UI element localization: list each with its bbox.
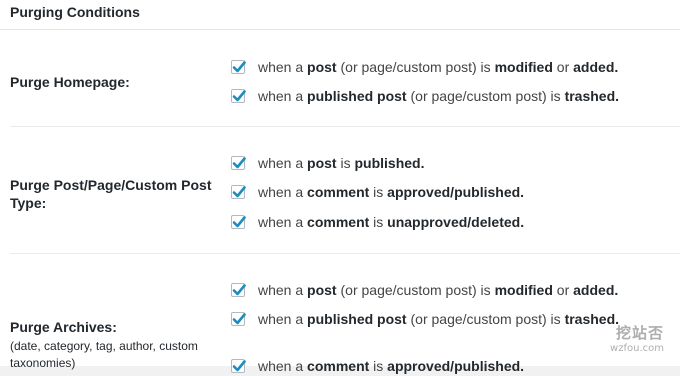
checkbox[interactable] [231, 359, 246, 373]
option-keyword: modified [494, 282, 553, 298]
purge-homepage-label: Purge Homepage: [10, 73, 225, 91]
checkmark-icon [232, 186, 246, 198]
option-keyword: post [307, 282, 337, 298]
option-keyword: post [307, 155, 337, 171]
option-keyword: approved/published. [387, 184, 525, 200]
option-keyword: comment [307, 184, 370, 200]
option-text: when a [258, 184, 308, 200]
row-label-text: Purge Post/Page/Custom Post Type: [10, 177, 212, 211]
checkmark-icon [232, 216, 246, 228]
watermark-en: wzfou.com [610, 343, 664, 354]
option-text: (or page/custom post) is [336, 59, 495, 75]
checkmark-icon [232, 313, 246, 325]
option-row[interactable]: when a comment is unapproved/deleted. [231, 212, 524, 232]
option-row[interactable]: when a comment is approved/published. [231, 182, 524, 202]
option-label: when a comment is approved/published. [258, 358, 524, 374]
option-row[interactable]: when a post is published. [231, 153, 425, 173]
option-keyword: added. [573, 282, 619, 298]
option-keyword: trashed. [564, 88, 620, 104]
checkbox[interactable] [231, 60, 246, 74]
checkmark-icon [232, 284, 246, 296]
option-keyword: modified [494, 59, 553, 75]
option-label: when a post (or page/custom post) is mod… [258, 59, 618, 75]
option-text: is [369, 358, 388, 374]
option-text: when a [258, 311, 308, 327]
settings-panel: Purging Conditions Purge Homepage: when … [0, 0, 680, 374]
option-text: when a [258, 214, 308, 230]
purge-archives-label: Purge Archives: (date, category, tag, au… [10, 318, 210, 372]
option-text: is [336, 155, 355, 171]
section-title: Purging Conditions [0, 0, 680, 30]
option-row[interactable]: when a published post (or page/custom po… [231, 309, 619, 329]
option-text: (or page/custom post) is [406, 88, 565, 104]
option-label: when a post is published. [258, 155, 425, 171]
checkmark-icon [232, 90, 246, 102]
option-keyword: published post [307, 311, 407, 327]
option-keyword: approved/published. [387, 358, 525, 374]
checkbox[interactable] [231, 312, 246, 326]
option-text: when a [258, 282, 308, 298]
row-label-text: Purge Homepage: [10, 74, 130, 90]
option-label: when a post (or page/custom post) is mod… [258, 282, 618, 298]
option-text: when a [258, 59, 308, 75]
option-label: when a published post (or page/custom po… [258, 88, 619, 104]
option-text: when a [258, 88, 308, 104]
option-row[interactable]: when a post (or page/custom post) is mod… [231, 280, 618, 300]
option-row[interactable]: when a published post (or page/custom po… [231, 86, 619, 106]
row-divider [10, 126, 680, 127]
checkmark-icon [232, 61, 246, 73]
option-text: or [552, 282, 574, 298]
option-text: is [369, 184, 388, 200]
option-keyword: published post [307, 88, 407, 104]
option-label: when a comment is approved/published. [258, 184, 524, 200]
option-keyword: post [307, 59, 337, 75]
watermark: 挖站否 wzfou.com [610, 322, 664, 354]
option-row[interactable]: when a post (or page/custom post) is mod… [231, 57, 618, 77]
row-label-text: Purge Archives: [10, 319, 117, 335]
checkbox[interactable] [231, 89, 246, 103]
row-divider [10, 253, 680, 254]
option-label: when a published post (or page/custom po… [258, 311, 619, 327]
option-keyword: published. [354, 155, 425, 171]
checkmark-icon [232, 360, 246, 372]
option-text: is [369, 214, 388, 230]
checkbox[interactable] [231, 283, 246, 297]
option-keyword: unapproved/deleted. [387, 214, 525, 230]
option-row[interactable]: when a comment is approved/published. [231, 356, 524, 376]
checkmark-icon [232, 157, 246, 169]
option-keyword: added. [573, 59, 619, 75]
option-text: when a [258, 358, 308, 374]
option-text: (or page/custom post) is [406, 311, 565, 327]
checkbox[interactable] [231, 156, 246, 170]
option-text: or [552, 59, 574, 75]
option-keyword: comment [307, 214, 370, 230]
option-keyword: comment [307, 358, 370, 374]
checkbox[interactable] [231, 215, 246, 229]
row-sublabel: (date, category, tag, author, custom tax… [10, 339, 198, 370]
option-text: when a [258, 155, 308, 171]
checkbox[interactable] [231, 185, 246, 199]
watermark-cn: 挖站否 [615, 324, 664, 342]
purge-post-label: Purge Post/Page/Custom Post Type: [10, 176, 215, 212]
option-text: (or page/custom post) is [336, 282, 495, 298]
option-label: when a comment is unapproved/deleted. [258, 214, 524, 230]
